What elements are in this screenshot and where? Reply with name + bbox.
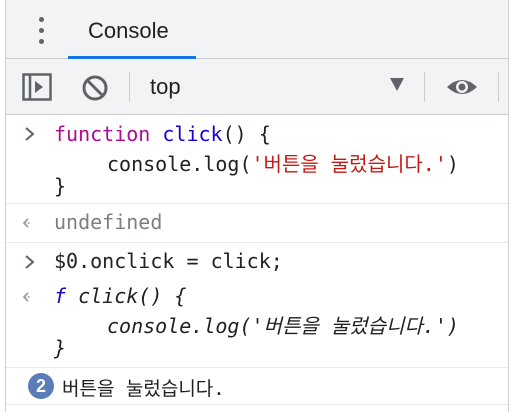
console-log-message: 버튼을 눌렀습니다.	[62, 378, 225, 400]
row-divider	[6, 242, 508, 243]
kebab-menu-icon[interactable]	[36, 17, 46, 45]
clear-console-icon[interactable]	[81, 74, 109, 102]
tab-console-label: Console	[88, 18, 169, 43]
console-input-line: $0.onclick = click;	[54, 249, 283, 273]
string-token: '버튼을 눌렀습니다.'	[251, 314, 447, 338]
signature-token: click() {	[78, 284, 187, 308]
string-token: '버튼을 눌렀습니다.'	[251, 152, 447, 176]
chevron-right-icon	[25, 255, 35, 269]
context-selector-value[interactable]: top	[150, 74, 181, 100]
repeat-count-badge: 2	[28, 373, 54, 399]
tab-console[interactable]: Console	[68, 0, 196, 59]
panel-tab-bar: Console	[6, 0, 508, 59]
eye-icon[interactable]	[445, 76, 479, 98]
toolbar-separator	[424, 72, 425, 102]
closing-brace: }	[54, 174, 67, 198]
console-toolbar: top	[6, 59, 508, 115]
paren-token: )	[446, 314, 459, 338]
return-arrow-icon	[22, 218, 31, 228]
paren-token: )	[446, 152, 459, 176]
sidebar-toggle-icon[interactable]	[22, 73, 52, 101]
call-token: console.log(	[107, 152, 252, 176]
console-input-line: console.log('버튼을 눌렀습니다.')	[107, 148, 459, 177]
right-border	[508, 0, 509, 412]
closing-brace: }	[54, 336, 67, 360]
row-divider	[6, 203, 508, 204]
console-input-line: function click() {	[54, 122, 271, 146]
toolbar-separator	[129, 72, 130, 102]
dropdown-arrow-icon[interactable]	[390, 78, 404, 91]
lhs-token: $0.onclick	[54, 249, 175, 273]
console-result-line: console.log('버튼을 눌렀습니다.')	[107, 310, 459, 339]
call-token: console.log(	[107, 314, 252, 338]
signature-token: () {	[222, 122, 271, 146]
function-marker-token: f	[54, 284, 67, 308]
row-divider	[6, 367, 508, 368]
chevron-right-icon	[25, 127, 35, 141]
console-result-undefined: undefined	[54, 210, 163, 234]
toolbar-separator	[498, 72, 499, 102]
function-name-token: click	[162, 122, 223, 146]
rhs-token: click;	[210, 249, 283, 273]
row-divider	[6, 404, 508, 405]
console-result-function: f click() {	[54, 284, 186, 308]
return-arrow-icon	[22, 292, 31, 302]
keyword-token: function	[54, 122, 151, 146]
operator-token: =	[186, 249, 199, 273]
